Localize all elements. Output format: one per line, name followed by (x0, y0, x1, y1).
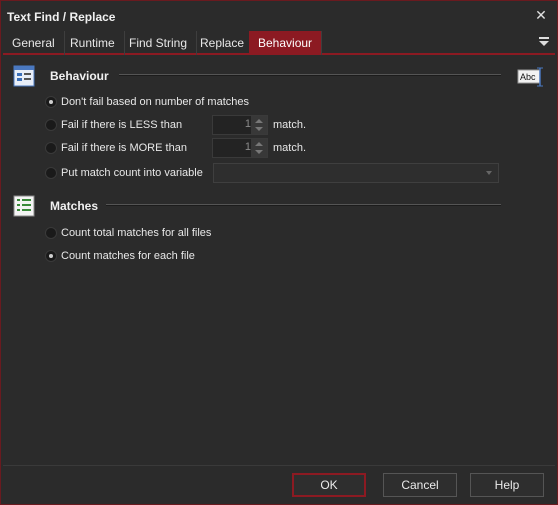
radio-fail-more-indicator[interactable] (45, 142, 57, 154)
behaviour-section-divider (119, 74, 501, 76)
more-match-suffix: match. (273, 142, 307, 154)
variable-select[interactable] (213, 163, 499, 183)
radio-dont-fail-indicator[interactable] (45, 96, 57, 108)
title-bar: Text Find / Replace ✕ (1, 1, 557, 31)
svg-text:Abc: Abc (520, 72, 536, 82)
less-than-value[interactable]: 1 (213, 118, 251, 130)
radio-put-match-count-indicator[interactable] (45, 167, 57, 179)
spin-up-icon[interactable] (255, 119, 263, 123)
less-than-spin-buttons[interactable] (251, 116, 267, 134)
radio-count-total-label: Count total matches for all files (61, 227, 212, 239)
tab-behaviour[interactable]: Behaviour (249, 31, 323, 55)
behaviour-panel: Behaviour Abc Don't fail based on number… (3, 57, 555, 465)
more-than-spin-buttons[interactable] (251, 139, 267, 157)
help-button[interactable]: Help (470, 473, 544, 497)
radio-dont-fail-label: Don't fail based on number of matches (61, 96, 249, 108)
radio-fail-more-label: Fail if there is MORE than (61, 142, 187, 154)
behaviour-section-title: Behaviour (50, 69, 109, 83)
matches-section-title: Matches (50, 199, 99, 213)
chevron-down-icon[interactable] (486, 171, 492, 175)
close-icon[interactable]: ✕ (533, 7, 549, 23)
cancel-button[interactable]: Cancel (383, 473, 457, 497)
radio-count-each-indicator[interactable] (45, 250, 57, 262)
radio-fail-less-indicator[interactable] (45, 119, 57, 131)
abc-text-icon[interactable]: Abc (517, 67, 543, 87)
list-icon (13, 195, 35, 217)
spin-down-icon[interactable] (255, 127, 263, 131)
less-match-suffix: match. (273, 119, 307, 131)
dialog-window: Text Find / Replace ✕ General Runtime Fi… (0, 0, 558, 505)
tab-general[interactable]: General (3, 31, 65, 55)
behaviour-icon (13, 65, 35, 87)
radio-put-match-count-label: Put match count into variable (61, 167, 203, 179)
spin-up-icon[interactable] (255, 142, 263, 146)
spin-down-icon[interactable] (255, 150, 263, 154)
ok-button[interactable]: OK (292, 473, 366, 497)
tab-runtime[interactable]: Runtime (61, 31, 125, 55)
tab-find-string[interactable]: Find String (120, 31, 198, 55)
matches-section-divider (106, 204, 501, 206)
window-title: Text Find / Replace (7, 10, 116, 24)
button-bar: OK Cancel Help (3, 465, 555, 503)
more-than-stepper[interactable]: 1 (212, 138, 268, 158)
less-than-stepper[interactable]: 1 (212, 115, 268, 135)
tab-replace[interactable]: Replace (191, 31, 255, 55)
tab-strip: General Runtime Find String Replace Beha… (3, 31, 555, 55)
radio-fail-less-label: Fail if there is LESS than (61, 119, 183, 131)
radio-count-total-indicator[interactable] (45, 227, 57, 239)
tab-menu-icon[interactable] (538, 37, 550, 49)
radio-count-each-label: Count matches for each file (61, 250, 195, 262)
more-than-value[interactable]: 1 (213, 141, 251, 153)
